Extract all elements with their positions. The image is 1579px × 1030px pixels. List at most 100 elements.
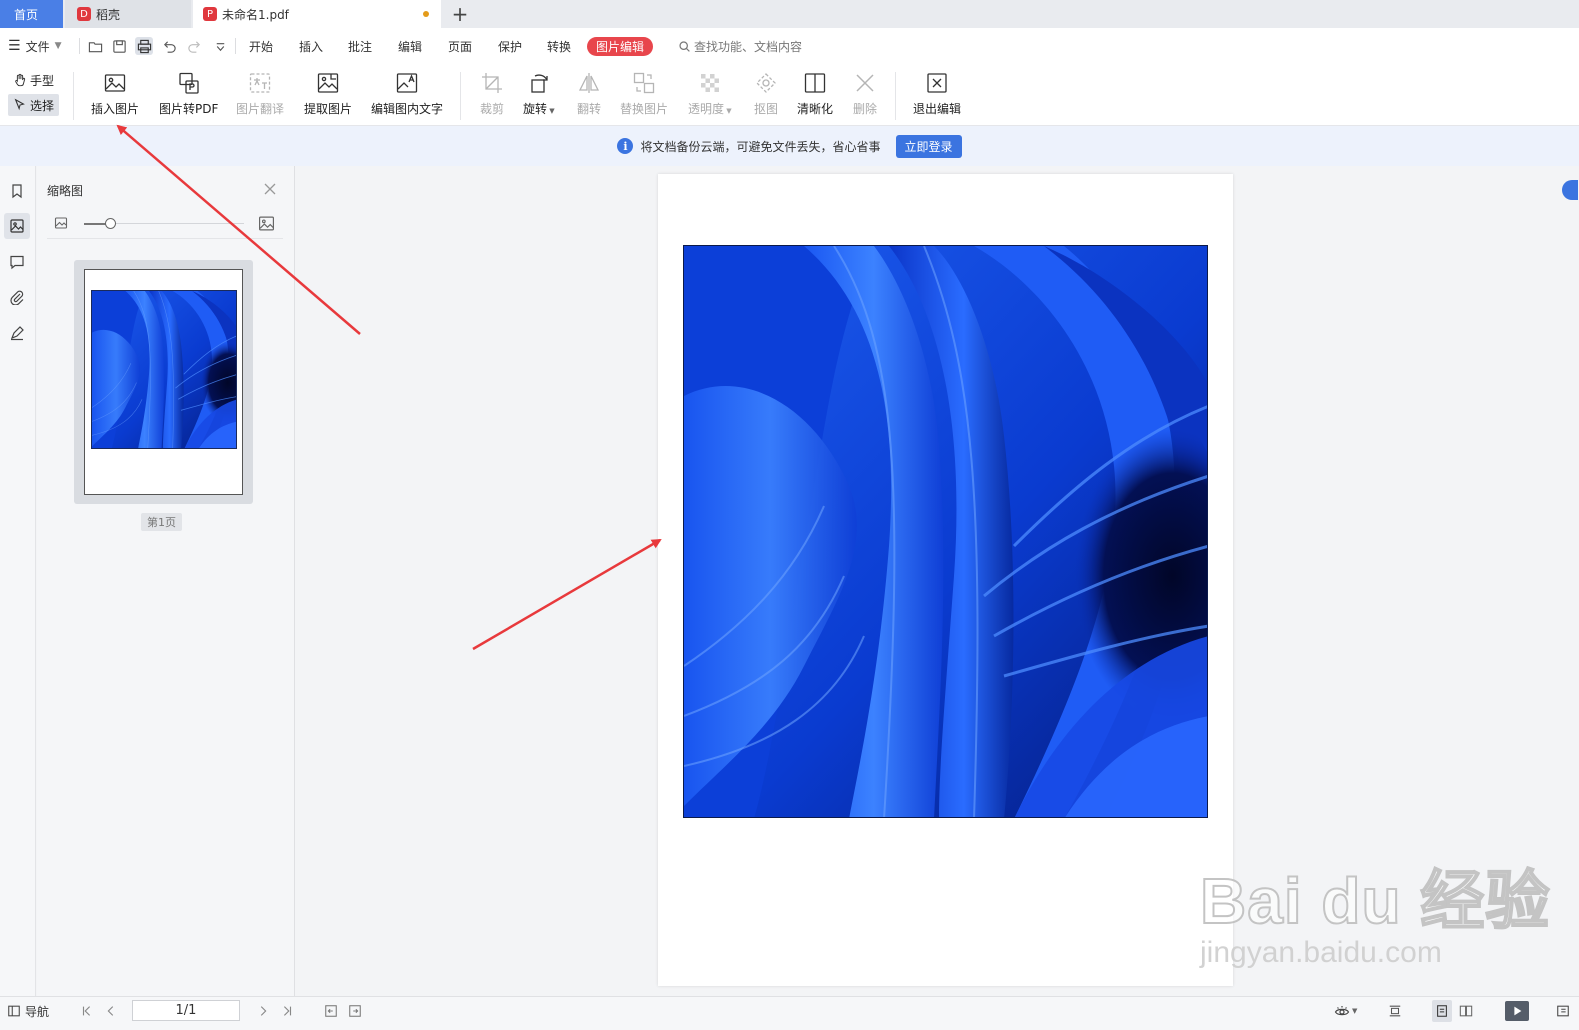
search-box[interactable]: 查找功能、文档内容 [678, 28, 802, 64]
thumbnail-zoom-slider-knob[interactable] [104, 218, 116, 229]
extract-image-label: 提取图片 [304, 102, 353, 116]
fit-width-button[interactable] [1388, 997, 1402, 1025]
image-to-pdf-icon [176, 70, 202, 96]
forward-button[interactable] [348, 997, 362, 1025]
chevron-left-icon [107, 1006, 114, 1016]
cutout-icon [753, 70, 779, 96]
page-thumbnail[interactable] [74, 260, 253, 504]
enlarge-thumbnail-icon[interactable] [258, 215, 275, 232]
cutout-button[interactable]: 抠图 [753, 70, 779, 117]
pdf-page[interactable] [658, 174, 1233, 986]
exit-icon [924, 70, 950, 96]
image-to-pdf-button[interactable]: 图片转PDF [159, 70, 218, 117]
file-menu[interactable]: ☰ 文件 ▼ [8, 28, 62, 64]
navigation-toggle[interactable]: 导航 [7, 997, 49, 1025]
menu-page[interactable]: 页面 [448, 28, 472, 64]
crop-label: 裁剪 [479, 102, 504, 116]
last-page-button[interactable] [280, 997, 294, 1025]
previous-page-button[interactable] [104, 997, 118, 1025]
customize-icon[interactable] [211, 37, 229, 55]
status-bar: 导航 1/1 ▼ [0, 996, 1579, 1030]
menu-annotate[interactable]: 批注 [348, 28, 372, 64]
transparency-button[interactable]: 透明度 ▼ [688, 70, 732, 117]
undo-icon[interactable] [160, 37, 178, 55]
close-icon[interactable] [263, 182, 277, 196]
chevron-down-icon: ▼ [54, 41, 62, 51]
flip-button[interactable]: 翻转 [576, 70, 602, 117]
eye-protection-button[interactable]: ▼ [1334, 997, 1357, 1025]
insert-image-button[interactable]: 插入图片 [91, 70, 139, 117]
daoke-logo-icon: D [77, 7, 91, 21]
cutout-label: 抠图 [753, 102, 778, 116]
notice-message: 将文档备份云端，可避免文件丢失，省心省事 [640, 139, 881, 154]
page-number-input[interactable]: 1/1 [132, 1000, 240, 1021]
inserted-image[interactable] [683, 245, 1208, 818]
redo-icon[interactable] [185, 37, 203, 55]
fit-width-icon [1389, 1005, 1401, 1017]
tab-daoke[interactable]: D 稻壳 [65, 0, 191, 28]
divider [235, 38, 236, 54]
sharpen-button[interactable]: 清晰化 [797, 70, 833, 117]
divider [73, 72, 74, 120]
more-view-button[interactable] [1556, 997, 1570, 1025]
backup-notice-bar: i 将文档备份云端，可避免文件丢失，省心省事 立即登录 [0, 126, 1579, 166]
two-page-icon [1459, 1005, 1473, 1017]
divider [460, 72, 461, 120]
rotate-label: 旋转 [523, 102, 548, 116]
bookmark-icon[interactable] [4, 178, 30, 204]
login-now-button[interactable]: 立即登录 [895, 134, 962, 158]
watermark-main: Bai du 经验 [1199, 864, 1551, 938]
insert-image-label: 插入图片 [91, 102, 140, 116]
replace-image-label: 替换图片 [620, 102, 669, 116]
sharpen-label: 清晰化 [797, 102, 834, 116]
shrink-thumbnail-icon[interactable] [54, 216, 68, 230]
insert-image-icon [102, 70, 128, 96]
tab-document[interactable]: P 未命名1.pdf [193, 0, 441, 28]
menu-image-edit[interactable]: 图片编辑 [587, 37, 654, 56]
thumbnail-icon[interactable] [4, 213, 30, 239]
signature-icon[interactable] [4, 320, 30, 346]
replace-image-button[interactable]: 替换图片 [620, 70, 668, 117]
rotate-button[interactable]: 旋转 ▼ [523, 70, 555, 117]
attachment-icon[interactable] [4, 284, 30, 310]
menu-edit[interactable]: 编辑 [398, 28, 422, 64]
menu-insert[interactable]: 插入 [299, 28, 323, 64]
panel-icon [8, 1005, 20, 1017]
crop-button[interactable]: 裁剪 [479, 70, 505, 117]
comment-icon[interactable] [4, 249, 30, 275]
two-page-view-button[interactable] [1459, 997, 1473, 1025]
exit-edit-button[interactable]: 退出编辑 [913, 70, 961, 117]
tab-bar: 首页 D 稻壳 P 未命名1.pdf + [0, 0, 1579, 28]
unsaved-indicator [423, 11, 429, 17]
first-page-button[interactable] [80, 997, 94, 1025]
edit-image-text-button[interactable]: 编辑图内文字 [371, 70, 443, 117]
single-page-view-button[interactable] [1432, 1000, 1452, 1022]
divider [47, 238, 283, 239]
tab-home[interactable]: 首页 [0, 0, 63, 28]
menu-protect[interactable]: 保护 [498, 28, 522, 64]
new-tab-button[interactable]: + [450, 0, 470, 28]
divider [895, 72, 896, 120]
print-icon[interactable] [135, 37, 153, 55]
extract-image-button[interactable]: 提取图片 [304, 70, 352, 117]
delete-icon [852, 70, 878, 96]
tab-home-label: 首页 [14, 7, 39, 22]
open-icon[interactable] [86, 37, 104, 55]
transparency-label: 透明度 [688, 102, 725, 116]
view-options-icon [1557, 1005, 1569, 1017]
play-button[interactable] [1505, 1001, 1529, 1021]
next-page-button[interactable] [256, 997, 270, 1025]
floating-assistant-icon[interactable] [1562, 180, 1578, 200]
delete-button[interactable]: 删除 [852, 70, 878, 117]
menu-start[interactable]: 开始 [249, 28, 273, 64]
save-icon[interactable] [110, 37, 128, 55]
select-mode-button[interactable]: 选择 [8, 94, 60, 116]
hand-mode-button[interactable]: 手型 [8, 69, 59, 91]
flip-label: 翻转 [576, 102, 601, 116]
tab-document-label: 未命名1.pdf [222, 7, 289, 22]
sharpen-icon [802, 70, 828, 96]
back-button[interactable] [324, 997, 338, 1025]
eye-icon [1334, 1006, 1350, 1016]
image-translate-button[interactable]: 图片翻译 [236, 70, 284, 117]
menu-convert[interactable]: 转换 [547, 28, 571, 64]
